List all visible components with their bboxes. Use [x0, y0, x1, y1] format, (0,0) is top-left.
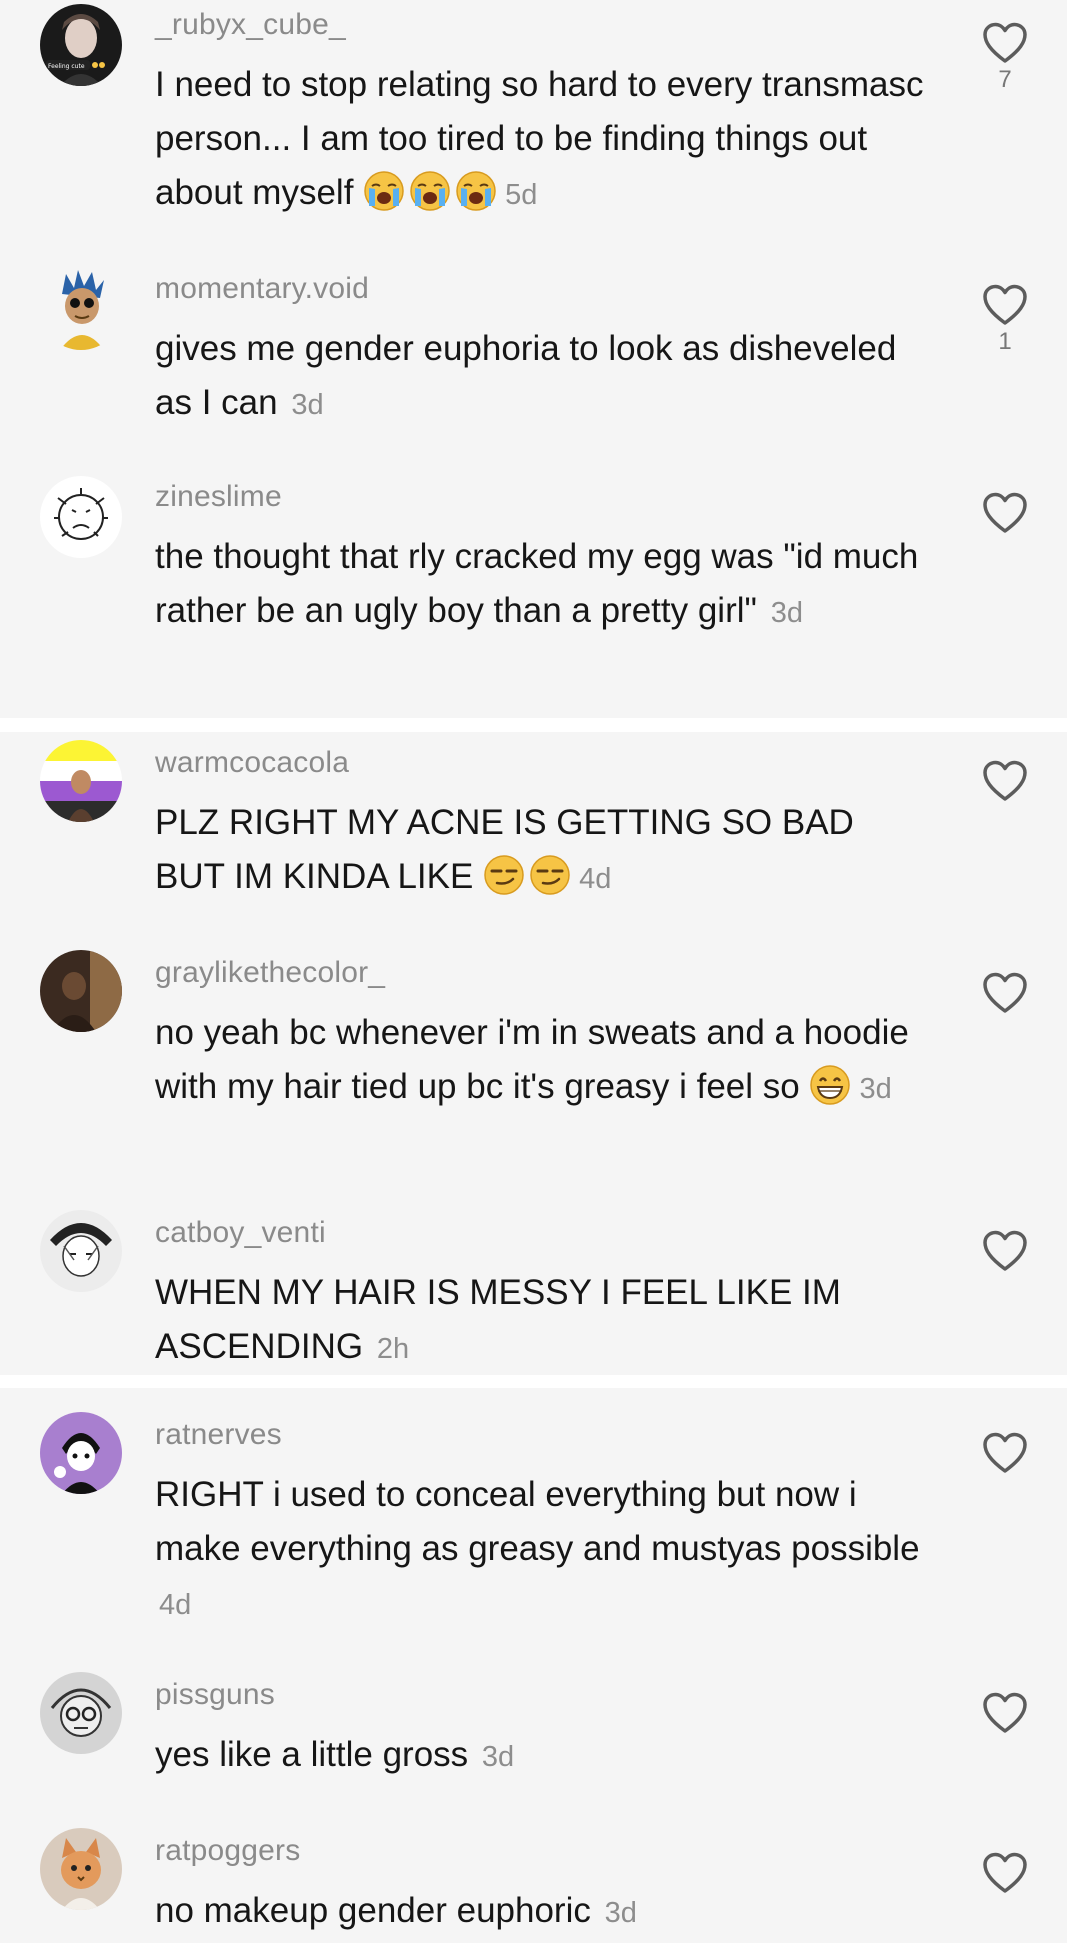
comment-text-block: yes like a little gross 3d — [155, 1728, 925, 1784]
loudly-crying-face-icon — [409, 170, 451, 212]
loudly-crying-face-icon — [363, 170, 405, 212]
comment-username[interactable]: graylikethecolor_ — [155, 956, 385, 990]
comment-panel-1: Feeling cute _rubyx_cube_ I need to stop… — [0, 0, 1067, 718]
heart-icon — [982, 760, 1028, 802]
like-button[interactable] — [980, 1432, 1030, 1474]
comment-text: WHEN MY HAIR IS MESSY I FEEL LIKE IM ASC… — [155, 1273, 841, 1366]
comment-age: 3d — [770, 597, 803, 629]
loudly-crying-face-icon — [455, 170, 497, 212]
like-button[interactable] — [980, 1692, 1030, 1734]
comment-text-block: WHEN MY HAIR IS MESSY I FEEL LIKE IM ASC… — [155, 1266, 925, 1375]
doodle-face-icon[interactable] — [40, 476, 122, 558]
comment-age: 4d — [159, 1589, 192, 1621]
like-button[interactable] — [980, 760, 1030, 802]
comment-username[interactable]: _rubyx_cube_ — [155, 8, 346, 42]
cartoon-character-icon[interactable] — [40, 268, 122, 350]
heart-icon — [982, 1432, 1028, 1474]
comment-text: no yeah bc whenever i'm in sweats and a … — [155, 1013, 909, 1106]
comment-text-block: no makeup gender euphoric 3d — [155, 1884, 925, 1940]
like-button[interactable] — [980, 492, 1030, 534]
comment-username[interactable]: warmcocacola — [155, 746, 349, 780]
comment-text-block: I need to stop relating so hard to every… — [155, 58, 925, 222]
heart-icon — [982, 1692, 1028, 1734]
comment-age: 5d — [505, 179, 538, 211]
comment-age: 3d — [291, 389, 324, 421]
comment-text-block: PLZ RIGHT MY ACNE IS GETTING SO BAD BUT … — [155, 796, 925, 906]
dark-photo-icon[interactable] — [40, 950, 122, 1032]
like-button[interactable] — [980, 1230, 1030, 1272]
comment-age: 3d — [859, 1073, 892, 1105]
anime-purple-icon[interactable] — [40, 1412, 122, 1494]
comment-text-block: gives me gender euphoria to look as dish… — [155, 322, 925, 432]
heart-icon — [982, 972, 1028, 1014]
comment-age: 4d — [579, 863, 612, 895]
comment-text-block: no yeah bc whenever i'm in sweats and a … — [155, 1006, 925, 1116]
like-button[interactable]: 7 — [980, 22, 1030, 94]
comment-text-block: RIGHT i used to conceal everything but n… — [155, 1468, 925, 1632]
comment-text: no makeup gender euphoric — [155, 1891, 591, 1930]
comment-text-block: the thought that rly cracked my egg was … — [155, 530, 925, 640]
comment-age: 2h — [376, 1333, 410, 1365]
heart-icon — [982, 1230, 1028, 1272]
comment-text: gives me gender euphoria to look as dish… — [155, 329, 897, 422]
like-button[interactable] — [980, 1852, 1030, 1894]
comment-text: yes like a little gross — [155, 1735, 469, 1774]
cat-photo-icon[interactable] — [40, 1828, 122, 1910]
comment-username[interactable]: zineslime — [155, 480, 282, 514]
like-count: 7 — [998, 66, 1012, 93]
heart-icon — [982, 1852, 1028, 1894]
heart-icon — [982, 22, 1028, 64]
comment-username[interactable]: pissguns — [155, 1678, 275, 1712]
comment-username[interactable]: ratpoggers — [155, 1834, 300, 1868]
like-button[interactable]: 1 — [980, 284, 1030, 356]
anime-sketch-icon[interactable] — [40, 1210, 122, 1292]
nonbinary-flag-photo-icon[interactable] — [40, 740, 122, 822]
like-count: 1 — [998, 328, 1012, 355]
heart-icon — [982, 284, 1028, 326]
comment-text: the thought that rly cracked my egg was … — [155, 537, 919, 630]
comment-panel-3: ratnerves RIGHT i used to conceal everyt… — [0, 1388, 1067, 1943]
comment-username[interactable]: momentary.void — [155, 272, 369, 306]
grinning-face-icon — [809, 1064, 851, 1106]
comment-panel-2: warmcocacola PLZ RIGHT MY ACNE IS GETTIN… — [0, 732, 1067, 1375]
comment-age: 3d — [481, 1741, 515, 1773]
profile-photo-icon[interactable]: Feeling cute — [40, 4, 122, 86]
comment-username[interactable]: catboy_venti — [155, 1216, 326, 1250]
comment-text: RIGHT i used to conceal everything but n… — [155, 1475, 920, 1568]
smirking-face-icon — [483, 854, 525, 896]
comment-text: I need to stop relating so hard to every… — [155, 65, 924, 212]
comment-username[interactable]: ratnerves — [155, 1418, 282, 1452]
smirking-face-icon — [529, 854, 571, 896]
sketch-face-icon[interactable] — [40, 1672, 122, 1754]
heart-icon — [982, 492, 1028, 534]
like-button[interactable] — [980, 972, 1030, 1014]
svg-text:Feeling cute: Feeling cute — [48, 63, 85, 70]
comment-age: 3d — [604, 1897, 637, 1929]
